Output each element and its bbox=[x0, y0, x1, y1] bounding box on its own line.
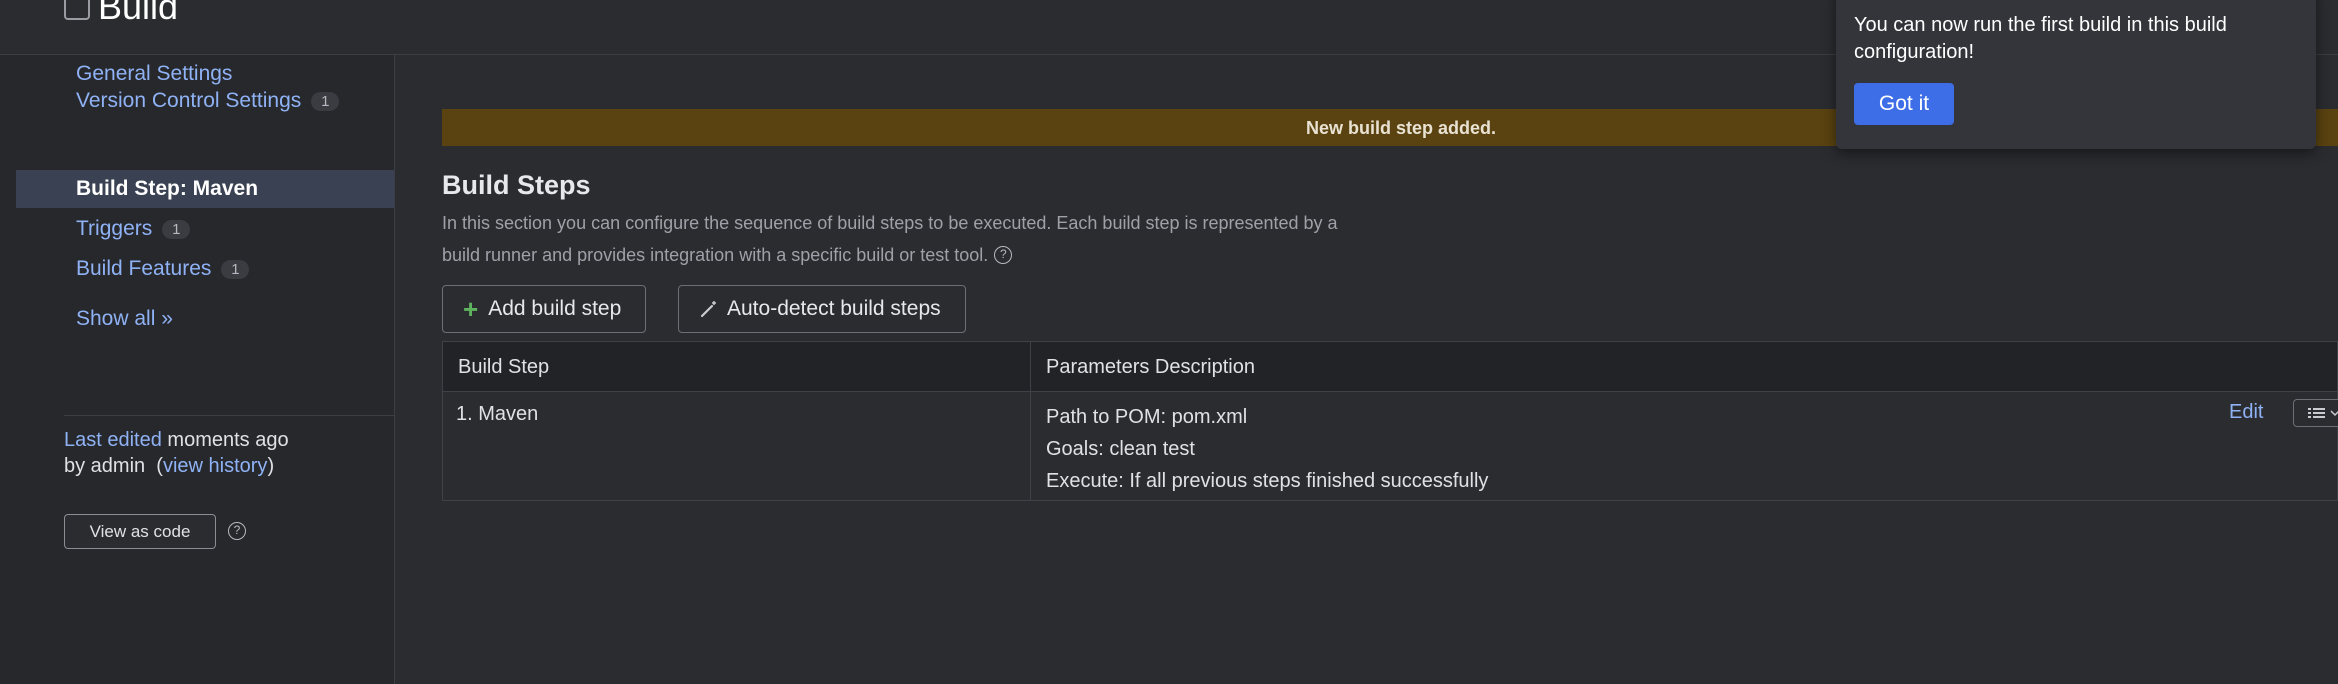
last-edited-link[interactable]: Last edited bbox=[64, 429, 162, 451]
popover-message: You can now run the first build in this … bbox=[1854, 14, 2227, 63]
first-build-popover: You can now run the first build in this … bbox=[1836, 0, 2316, 149]
button-label: Auto-detect build steps bbox=[727, 297, 941, 320]
divider bbox=[64, 415, 394, 416]
sidebar-item-label: Version Control Settings bbox=[76, 89, 302, 112]
section-title: Build Steps bbox=[442, 170, 591, 200]
count-badge: 1 bbox=[311, 91, 340, 111]
sidebar: General Settings Version Control Setting… bbox=[0, 55, 395, 684]
table-header: Build Step Parameters Description bbox=[443, 342, 2337, 392]
section-description: In this section you can configure the se… bbox=[442, 207, 1402, 271]
add-build-step-button[interactable]: + Add build step bbox=[442, 285, 646, 333]
count-badge: 1 bbox=[162, 219, 191, 239]
auto-detect-build-steps-button[interactable]: Auto-detect build steps bbox=[678, 285, 966, 333]
page-title: Build bbox=[98, 0, 179, 27]
banner-message: New build step added. bbox=[1306, 118, 1497, 138]
sidebar-item-triggers[interactable]: Triggers 1 bbox=[16, 210, 394, 248]
sidebar-item-build-features[interactable]: Build Features 1 bbox=[16, 250, 394, 288]
list-menu-icon bbox=[2308, 408, 2338, 418]
parameters-description: Path to POM: pom.xml Goals: clean test E… bbox=[1046, 401, 1488, 497]
description-line: build runner and provides integration wi… bbox=[442, 245, 989, 265]
edit-link[interactable]: Edit bbox=[2229, 401, 2263, 424]
column-divider bbox=[1030, 342, 1031, 500]
sidebar-item-label: Build Features bbox=[76, 257, 212, 280]
sidebar-item-label: Build Step: Maven bbox=[76, 177, 259, 200]
sidebar-item-build-step-maven[interactable]: Build Step: Maven bbox=[16, 170, 394, 208]
build-steps-table: Build Step Parameters Description 1. Mav… bbox=[442, 341, 2338, 501]
row-actions-button[interactable] bbox=[2293, 399, 2338, 427]
show-all-link[interactable]: Show all » bbox=[76, 307, 173, 331]
count-badge: 1 bbox=[221, 259, 250, 279]
sidebar-item-version-control-settings[interactable]: Version Control Settings 1 bbox=[16, 82, 394, 120]
help-icon[interactable]: ? bbox=[994, 246, 1013, 264]
parameter-line: Goals: clean test bbox=[1046, 438, 1195, 460]
parameter-line: Path to POM: pom.xml bbox=[1046, 406, 1248, 428]
plus-icon: + bbox=[463, 293, 479, 324]
description-line: In this section you can configure the se… bbox=[442, 213, 1338, 233]
paren-close: ) bbox=[267, 455, 275, 477]
sidebar-item-label: Triggers bbox=[76, 217, 153, 240]
column-header-parameters-description: Parameters Description bbox=[1046, 356, 1255, 378]
button-label: Add build step bbox=[488, 297, 622, 320]
build-step-name: 1. Maven bbox=[456, 403, 539, 425]
parameter-line: Execute: If all previous steps finished … bbox=[1046, 470, 1489, 492]
checkbox-icon[interactable] bbox=[64, 0, 90, 20]
column-header-build-step: Build Step bbox=[458, 356, 550, 378]
chevron-down-icon bbox=[2330, 410, 2338, 417]
paren-open: ( bbox=[156, 455, 163, 477]
view-history-link[interactable]: view history bbox=[163, 455, 267, 477]
last-edited-time: moments ago bbox=[161, 429, 289, 451]
help-icon[interactable]: ? bbox=[228, 522, 246, 540]
got-it-button[interactable]: Got it bbox=[1854, 83, 1954, 125]
edited-by: by admin bbox=[64, 455, 146, 477]
view-as-code-button[interactable]: View as code bbox=[64, 514, 216, 549]
magic-wand-icon bbox=[699, 299, 719, 319]
last-edited-info: Last edited moments ago by admin (view h… bbox=[64, 427, 289, 479]
